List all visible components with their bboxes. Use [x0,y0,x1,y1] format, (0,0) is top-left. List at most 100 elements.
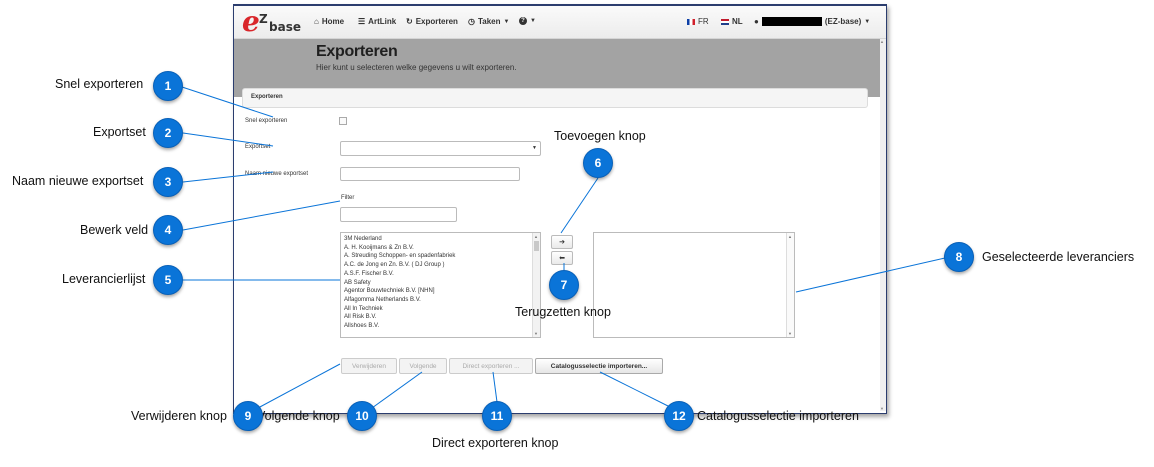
supplier-items: 3M Nederland A. H. Kooijmans & Zn B.V. A. … [341,235,455,331]
annotation-label-2: Exportset [93,125,146,139]
exportset-label: Exportset [245,144,271,150]
naam-nieuwe-exportset-label: Naam nieuwe exportset [245,171,309,177]
annotation-badge-8: 8 [944,242,974,272]
scroll-down-icon[interactable]: ▼ [788,331,792,336]
page-title: Exporteren [316,43,398,60]
snel-exporteren-checkbox[interactable] [339,117,347,125]
supplier-list-item[interactable]: 3M Nederland [341,235,455,244]
user-name-redacted [761,17,822,26]
annotation-badge-10: 10 [347,401,377,431]
chevron-down-icon: ▼ [530,18,536,24]
annotation-badge-12: 12 [664,401,694,431]
supplier-list-item[interactable]: All Risk B.V. [341,313,455,322]
supplier-list-item[interactable]: Allshoes B.V. [341,322,455,331]
scroll-up-icon[interactable]: ▲ [534,234,538,239]
annotation-badge-3: 3 [153,167,183,197]
annotation-label-8: Geselecteerde leveranciers [982,250,1135,264]
annotation-badge-1: 1 [153,71,183,101]
help-icon: ? [519,17,527,25]
home-icon: ⌂ [314,17,319,26]
nav-help[interactable]: ? ▼ [519,17,536,25]
user-icon: ● [754,17,759,26]
annotation-badge-6: 6 [583,148,613,178]
annotation-label-12: Catalogusselectie importeren [697,409,859,423]
exportset-select[interactable]: ▼ [340,141,541,156]
annotation-label-11: Direct exporteren knop [432,436,559,450]
nav-home-label: Home [321,17,345,26]
snel-exporteren-label: Snel exporteren [245,118,288,124]
scroll-down-icon[interactable]: ▼ [534,331,538,336]
selected-suppliers-list[interactable]: ▲ ▼ [593,232,795,338]
naam-nieuwe-exportset-input[interactable] [340,167,520,181]
arrow-left-icon: ⬅ [559,255,565,262]
filter-input[interactable] [340,207,457,222]
annotation-badge-2: 2 [153,118,183,148]
nav-artlink-label: ArtLink [368,17,397,26]
arrow-right-icon: ➔ [559,239,565,246]
selected-list-scrollbar[interactable]: ▲ ▼ [786,233,794,337]
catalogusselectie-importeren-button[interactable]: Catalogusselectie importeren... [535,358,663,374]
annotation-label-6: Toevoegen knop [554,129,646,143]
nav-exporteren[interactable]: ↻ Exporteren [406,17,458,26]
logo-z: Z [259,12,268,26]
nav-taken-label: Taken [477,17,501,26]
annotation-label-5: Leverancierlijst [62,272,146,286]
annotation-badge-4: 4 [153,215,183,245]
annotation-badge-5: 5 [153,265,183,295]
lang-fr-label: FR [698,17,709,26]
lang-nl[interactable]: NL [721,17,743,26]
nav-artlink[interactable]: ☰ ArtLink [358,17,396,26]
annotation-label-3: Naam nieuwe exportset [12,174,144,188]
chevron-down-icon: ▼ [532,145,537,151]
logo-base: base [269,20,301,34]
supplier-list-item[interactable]: All In Techniek [341,305,455,314]
ezbase-logo[interactable]: e Z base [242,5,301,38]
annotation-label-7: Terugzetten knop [515,305,611,319]
refresh-icon: ↻ [406,17,413,26]
app-window: e Z base ⌂ Home ☰ ArtLink ↻ Exporteren ◷… [233,4,887,414]
verwijderen-button[interactable]: Verwijderen [341,358,397,374]
scroll-down-icon[interactable]: ▼ [880,406,884,411]
user-menu[interactable]: ● (EZ-base) ▼ [754,17,870,26]
supplier-list-item[interactable]: Agentor Bouwtechniek B.V. [NHN] [341,287,455,296]
supplier-list[interactable]: 3M Nederland A. H. Kooijmans & Zn B.V. A. … [340,232,541,338]
supplier-list-item[interactable]: A.C. de Jong en Zn. B.V. ( DJ Group ) [341,261,455,270]
volgende-button[interactable]: Volgende [399,358,447,374]
chevron-down-icon: ▼ [503,18,510,25]
add-supplier-button[interactable]: ➔ [551,235,573,249]
annotation-badge-7: 7 [549,270,579,300]
scroll-up-icon[interactable]: ▲ [880,39,884,44]
window-scrollbar[interactable]: ▲ ▼ [880,39,886,411]
flag-fr-icon [687,18,695,25]
annotation-badge-11: 11 [482,401,512,431]
chevron-down-icon: ▼ [864,18,871,25]
supplier-list-item[interactable]: A.S.F. Fischer B.V. [341,270,455,279]
nav-home[interactable]: ⌂ Home [314,17,344,26]
annotation-label-9: Verwijderen knop [131,409,227,423]
panel-heading: Exporteren [242,88,868,108]
supplier-list-item[interactable]: AB Safety [341,279,455,288]
page-subtitle: Hier kunt u selecteren welke gegevens u … [316,63,517,72]
lang-fr[interactable]: FR [687,17,709,26]
supplier-list-scrollbar[interactable]: ▲ ▼ [532,233,540,337]
nav-exporteren-label: Exporteren [415,17,458,26]
nav-taken[interactable]: ◷ Taken ▼ [468,17,509,26]
direct-exporteren-button[interactable]: Direct exporteren ... [449,358,533,374]
supplier-list-item[interactable]: A. Streuding Schoppen- en spadenfabriek [341,252,455,261]
navbar: e Z base ⌂ Home ☰ ArtLink ↻ Exporteren ◷… [234,6,886,39]
annotation-label-1: Snel exporteren [55,77,144,91]
supplier-list-item[interactable]: Alfagomma Netherlands B.V. [341,296,455,305]
user-suffix: (EZ-base) [824,17,862,26]
clock-icon: ◷ [468,17,475,26]
panel-title: Exporteren [251,94,283,100]
scroll-up-icon[interactable]: ▲ [788,234,792,239]
logo-letter: e [242,5,260,38]
annotation-label-10: Volgende knop [257,409,340,423]
flag-nl-icon [721,18,729,25]
list-icon: ☰ [358,17,366,26]
filter-label: Filter [341,195,355,201]
scroll-thumb[interactable] [534,241,539,251]
supplier-list-item[interactable]: A. H. Kooijmans & Zn B.V. [341,244,455,253]
annotation-badge-9: 9 [233,401,263,431]
remove-supplier-button[interactable]: ⬅ [551,251,573,265]
